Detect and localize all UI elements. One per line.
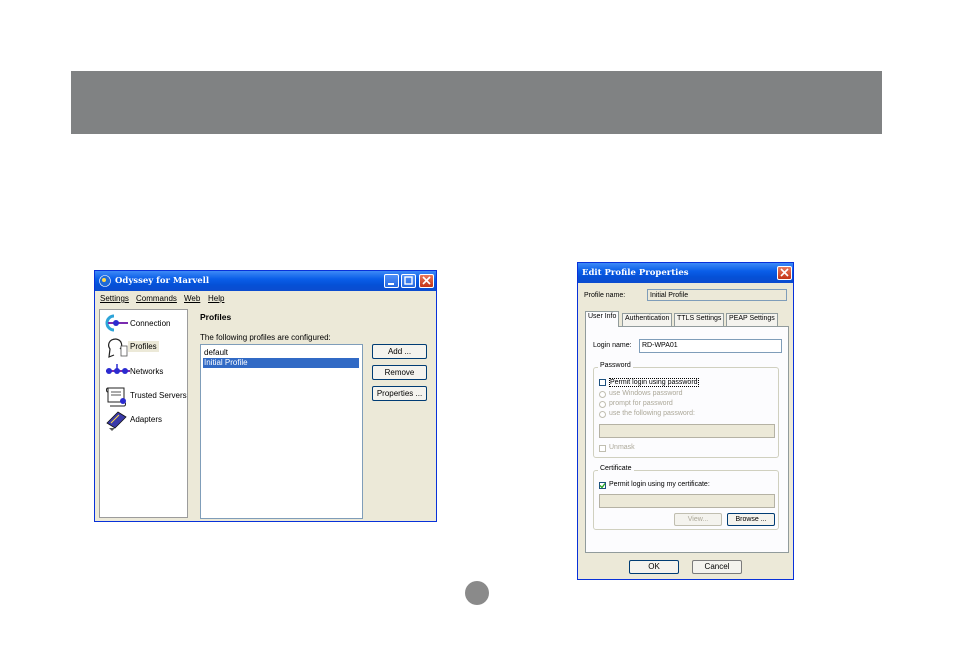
tab-user-info[interactable]: User Info <box>585 311 620 327</box>
browse-button[interactable]: Browse ... <box>727 513 775 526</box>
adapters-icon <box>106 411 127 431</box>
edit-profile-title: Edit Profile Properties <box>582 268 689 278</box>
profiles-icon <box>108 338 128 358</box>
login-name-label: Login name: <box>593 342 632 349</box>
password-input[interactable] <box>599 424 775 438</box>
checkmark-icon <box>599 483 606 489</box>
menu-settings[interactable]: Settings <box>100 294 129 303</box>
permit-password-checkbox[interactable] <box>599 379 606 386</box>
odyssey-sidebar: Connection Profiles Networks Trusted Ser… <box>99 309 188 518</box>
odyssey-app-icon <box>99 275 111 287</box>
close-button[interactable] <box>419 274 434 288</box>
prompt-password-radio[interactable] <box>599 401 606 408</box>
header-banner <box>71 71 882 134</box>
sidebar-item-connection[interactable]: Connection <box>102 312 186 334</box>
list-item[interactable]: default <box>203 348 359 358</box>
sidebar-item-trusted-servers[interactable]: Trusted Servers <box>102 384 187 407</box>
maximize-button[interactable] <box>401 274 416 288</box>
permit-certificate-checkbox[interactable] <box>599 482 606 489</box>
sidebar-item-adapters[interactable]: Adapters <box>102 408 186 431</box>
edit-profile-window: Edit Profile Properties Profile name: In… <box>577 262 794 580</box>
close-icon <box>780 268 789 277</box>
maximize-icon <box>404 276 413 285</box>
permit-password-label: Permit login using password <box>609 378 699 387</box>
user-info-panel: Login name: RD-WPA01 Password Permit log… <box>585 326 789 553</box>
minimize-icon <box>388 283 394 285</box>
menu-commands[interactable]: Commands <box>136 294 177 303</box>
close-icon <box>422 276 431 285</box>
networks-icon <box>106 364 130 374</box>
list-item-selected[interactable]: Initial Profile <box>203 358 359 368</box>
cancel-button[interactable]: Cancel <box>692 560 742 574</box>
properties-button[interactable]: Properties ... <box>372 386 427 401</box>
menu-help[interactable]: Help <box>208 294 224 303</box>
certificate-group: Certificate Permit login using my certif… <box>593 465 779 530</box>
use-windows-password-radio[interactable] <box>599 391 606 398</box>
profile-name-label: Profile name: <box>584 292 626 299</box>
profiles-list[interactable]: default Initial Profile <box>200 344 363 519</box>
odyssey-window: Odyssey for Marvell Settings Commands We… <box>94 270 437 522</box>
login-name-input[interactable]: RD-WPA01 <box>639 339 782 353</box>
ok-button[interactable]: OK <box>629 560 679 574</box>
trusted-servers-icon <box>106 387 126 407</box>
view-button[interactable]: View... <box>674 513 722 526</box>
remove-button[interactable]: Remove <box>372 365 427 380</box>
odyssey-title: Odyssey for Marvell <box>115 276 210 286</box>
page-marker <box>465 581 489 605</box>
add-button[interactable]: Add ... <box>372 344 427 359</box>
sidebar-item-profiles[interactable]: Profiles <box>102 336 186 358</box>
panel-title: Profiles <box>200 312 232 322</box>
edit-profile-titlebar[interactable]: Edit Profile Properties <box>578 263 793 283</box>
profile-name-field[interactable]: Initial Profile <box>647 289 787 301</box>
minimize-button[interactable] <box>384 274 399 288</box>
odyssey-titlebar[interactable]: Odyssey for Marvell <box>95 271 436 291</box>
connection-icon <box>105 314 128 332</box>
certificate-field[interactable] <box>599 494 775 508</box>
panel-description: The following profiles are configured: <box>200 333 331 342</box>
tab-peap-settings[interactable]: PEAP Settings <box>726 313 778 326</box>
edit-close-button[interactable] <box>777 266 792 280</box>
sidebar-item-networks[interactable]: Networks <box>102 360 186 382</box>
password-group: Password Permit login using password use… <box>593 362 779 458</box>
menu-web[interactable]: Web <box>184 294 200 303</box>
tab-authentication[interactable]: Authentication <box>622 313 673 326</box>
tab-ttls-settings[interactable]: TTLS Settings <box>674 313 725 326</box>
use-following-password-radio[interactable] <box>599 411 606 418</box>
odyssey-menubar: Settings Commands Web Help <box>98 293 433 306</box>
unmask-checkbox[interactable] <box>599 445 606 452</box>
